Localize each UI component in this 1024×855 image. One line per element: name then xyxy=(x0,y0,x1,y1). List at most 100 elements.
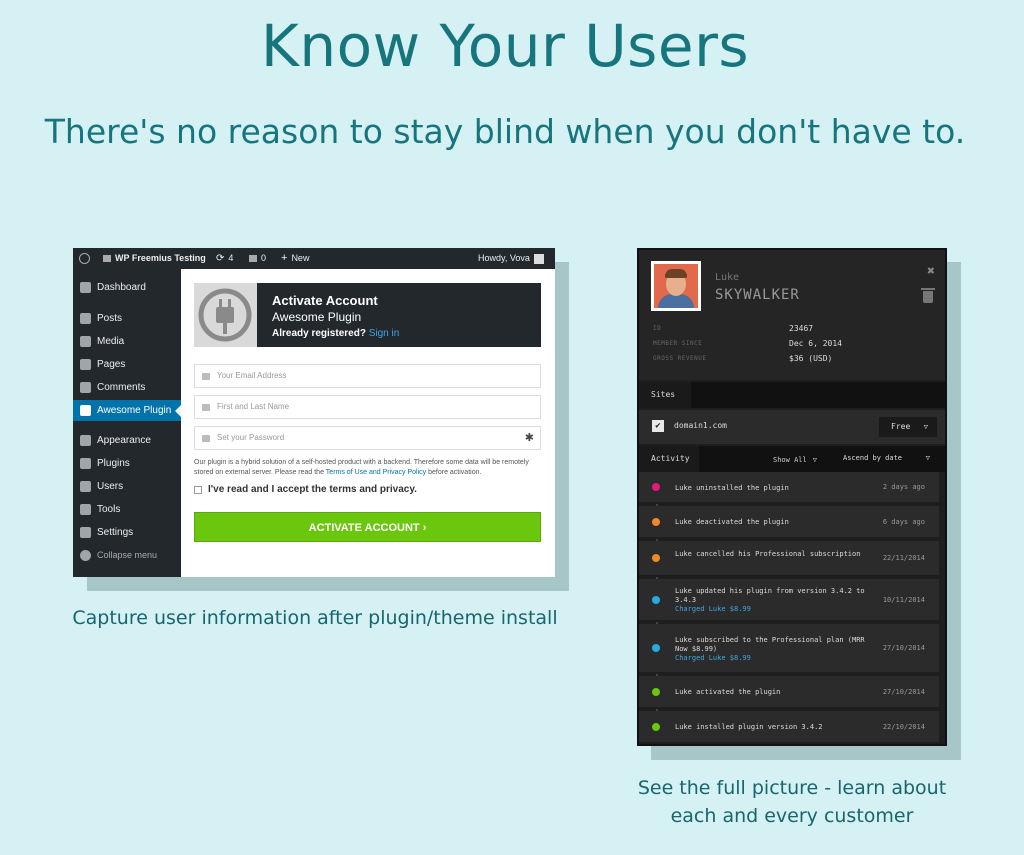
sidebar-item-settings[interactable]: Settings xyxy=(73,522,181,543)
caption-right: See the full picture - learn about each … xyxy=(637,777,947,827)
activity-event: Luke uninstalled the plugin 2 days ago xyxy=(639,472,939,504)
plan-dropdown[interactable]: Free ▽ xyxy=(879,417,937,437)
site-domain: domain1.com xyxy=(674,421,727,430)
wrench-icon xyxy=(80,504,91,515)
plugin-logo xyxy=(194,283,257,347)
site-checkbox[interactable]: ✔ xyxy=(652,420,664,432)
show-all-filter[interactable]: Show All ▽ xyxy=(773,448,817,472)
wp-main-content: Activate Account Awesome Plugin Already … xyxy=(181,269,555,577)
activity-event: Luke deactivated the plugin 6 days ago xyxy=(639,506,939,539)
activate-header: Activate Account Awesome Plugin Already … xyxy=(194,283,541,347)
terms-link[interactable]: Terms of Use and Privacy Policy xyxy=(326,469,426,476)
wp-admin-bar: WP Freemius Testing ⟳ 4 0 + New Howdy, Vov… xyxy=(73,248,555,269)
event-status-icon xyxy=(650,720,662,733)
comment-icon xyxy=(80,382,91,393)
wordpress-logo-icon[interactable] xyxy=(79,248,90,269)
envelope-icon xyxy=(202,373,210,380)
event-time: 6 days ago xyxy=(882,517,925,526)
activity-event: Luke subscribed to the Professional plan… xyxy=(639,624,939,674)
meta-member-since-value: Dec 6, 2014 xyxy=(789,339,842,348)
sites-tab[interactable]: Sites xyxy=(639,382,691,408)
already-registered: Already registered? Sign in xyxy=(272,328,400,339)
pin-icon xyxy=(80,313,91,324)
event-text: Luke installed plugin version 3.4.2 xyxy=(675,723,823,731)
avatar xyxy=(651,261,701,311)
refresh-icon: ⟳ xyxy=(216,253,225,264)
sidebar-item-pages[interactable]: Pages xyxy=(73,354,181,375)
email-field[interactable]: Your Email Address xyxy=(194,364,541,388)
asterisk-icon: ✱ xyxy=(524,432,534,444)
admin-bar-updates[interactable]: ⟳ 4 xyxy=(216,248,233,269)
activate-plugin-name: Awesome Plugin xyxy=(272,310,362,324)
event-text: Luke subscribed to the Professional plan… xyxy=(675,635,865,662)
activity-event: Luke installed plugin version 3.4.2 22/10… xyxy=(639,711,939,744)
event-status-icon xyxy=(650,515,662,528)
hybrid-note: Our plugin is a hybrid solution of a sel… xyxy=(194,459,529,476)
name-field[interactable]: First and Last Name xyxy=(194,395,541,419)
comment-icon xyxy=(249,255,257,262)
chevron-down-icon: ▽ xyxy=(925,454,930,462)
event-time: 27/10/2014 xyxy=(882,644,925,652)
sidebar-item-posts[interactable]: Posts xyxy=(73,308,181,329)
sidebar-item-media[interactable]: Media xyxy=(73,331,181,352)
collapse-icon xyxy=(80,550,91,561)
event-status-icon xyxy=(650,593,662,606)
event-time: 2 days ago xyxy=(882,483,925,491)
plugin-icon xyxy=(80,458,91,469)
meta-revenue-label: GROSS REVENUE xyxy=(653,355,707,362)
accept-checkbox[interactable] xyxy=(194,485,202,494)
user-icon xyxy=(202,404,210,411)
sort-dropdown[interactable]: Ascend by date ▽ xyxy=(835,447,937,469)
sidebar-item-appearance[interactable]: Appearance xyxy=(73,430,181,451)
event-time: 22/10/2014 xyxy=(882,722,925,731)
hero-subtitle: There's no reason to stay blind when you… xyxy=(44,112,966,151)
event-time: 27/10/2014 xyxy=(882,687,925,696)
media-icon xyxy=(80,336,91,347)
accept-terms[interactable]: I've read and I accept the terms and pri… xyxy=(194,484,417,495)
user-profile-panel: Luke SKYWALKER ✖ ID 23467 MEMBER SINCE D… xyxy=(637,248,947,746)
activity-event: Luke updated his plugin from version 3.4… xyxy=(639,579,939,622)
sidebar-item-awesome-plugin[interactable]: Awesome Plugin xyxy=(73,400,181,421)
sidebar-item-tools[interactable]: Tools xyxy=(73,499,181,520)
caption-left: Capture user information after plugin/th… xyxy=(72,607,558,629)
site-row: ✔ domain1.com Free ▽ xyxy=(639,410,945,444)
wp-sidebar: Dashboard Posts Media Pages Comments Awe… xyxy=(73,269,181,577)
settings-icon xyxy=(80,527,91,538)
brush-icon xyxy=(80,435,91,446)
sidebar-collapse-menu[interactable]: Collapse menu xyxy=(73,545,181,566)
gear-icon xyxy=(80,405,91,416)
sidebar-item-comments[interactable]: Comments xyxy=(73,377,181,398)
close-icon[interactable]: ✖ xyxy=(927,264,935,279)
page-icon xyxy=(80,359,91,370)
hero-title: Know Your Users xyxy=(260,12,750,80)
event-charge: Charged Luke $8.99 xyxy=(675,605,751,613)
home-icon xyxy=(103,255,111,262)
admin-bar-account[interactable]: Howdy, Vova xyxy=(478,248,544,269)
chevron-down-icon: ▽ xyxy=(923,423,928,431)
activate-account-button[interactable]: ACTIVATE ACCOUNT › xyxy=(194,512,541,542)
sidebar-item-plugins[interactable]: Plugins xyxy=(73,453,181,474)
trash-icon[interactable] xyxy=(921,288,935,303)
event-text: Luke uninstalled the plugin xyxy=(675,483,789,492)
event-time: 10/11/2014 xyxy=(882,595,925,604)
event-charge: Charged Luke $8.99 xyxy=(675,653,751,662)
activity-event: Luke cancelled his Professional subscrip… xyxy=(639,541,939,577)
event-text: Luke cancelled his Professional subscrip… xyxy=(675,550,861,558)
admin-bar-comments[interactable]: 0 xyxy=(249,248,266,269)
event-status-icon xyxy=(650,642,662,654)
sign-in-link[interactable]: Sign in xyxy=(369,328,400,339)
event-status-icon xyxy=(650,552,662,564)
sidebar-item-dashboard[interactable]: Dashboard xyxy=(73,277,181,298)
chevron-down-icon: ▽ xyxy=(812,456,817,464)
activity-tab[interactable]: Activity xyxy=(639,446,699,472)
plus-icon: + xyxy=(281,252,288,264)
avatar-icon xyxy=(533,253,544,264)
sidebar-item-users[interactable]: Users xyxy=(73,476,181,497)
meta-id-value: 23467 xyxy=(789,324,814,333)
meta-revenue-value: $36 (USD) xyxy=(789,354,833,363)
activity-event: Luke activated the plugin 27/10/2014 xyxy=(639,676,939,709)
admin-bar-new[interactable]: + New xyxy=(281,248,309,269)
password-field[interactable]: Set your Password ✱ xyxy=(194,426,541,450)
admin-bar-site[interactable]: WP Freemius Testing xyxy=(103,248,206,269)
profile-header: Luke SKYWALKER ✖ ID 23467 MEMBER SINCE D… xyxy=(639,250,945,380)
